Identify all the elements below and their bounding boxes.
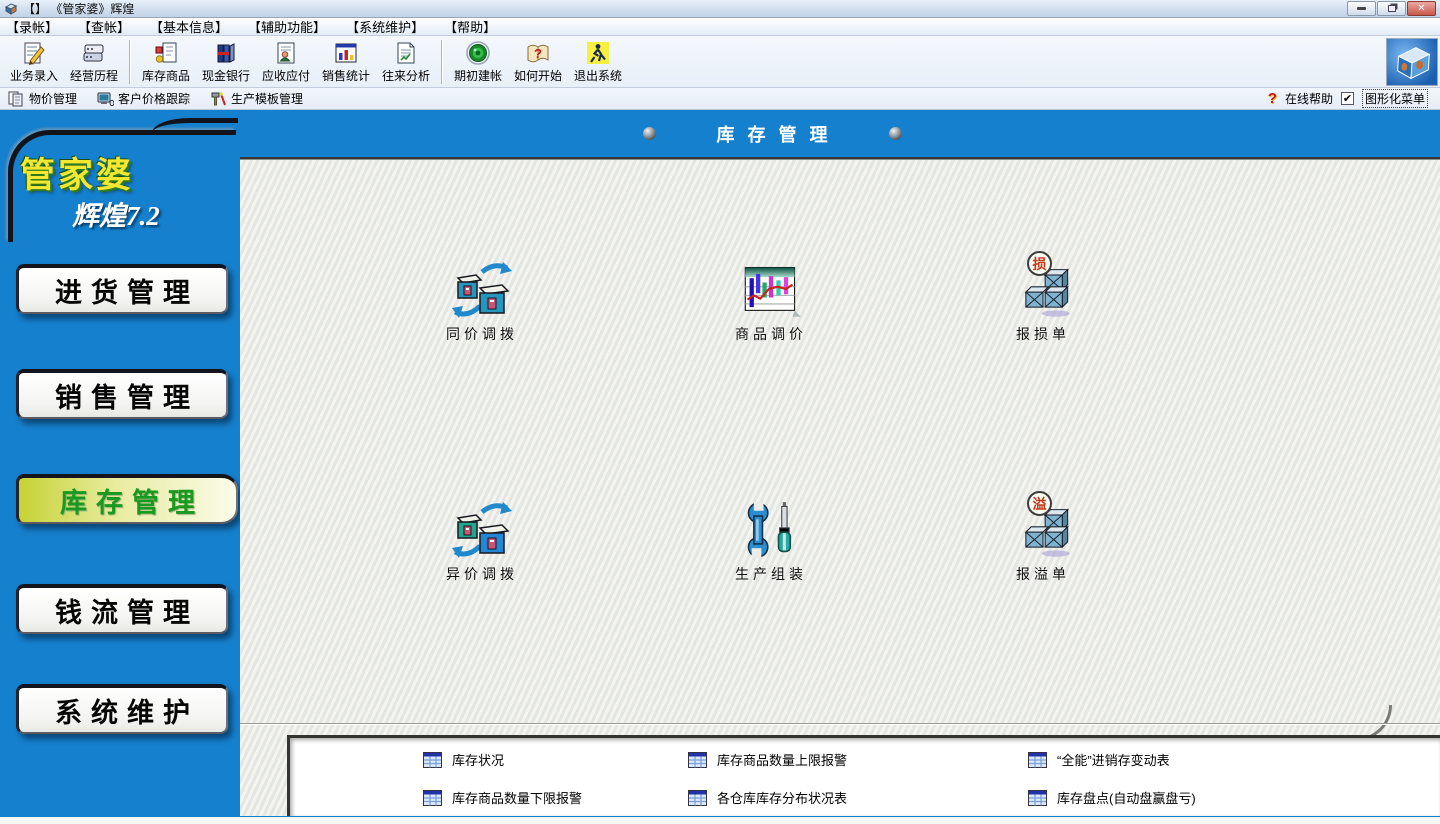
- initial-account-target-icon: [465, 40, 491, 66]
- toolbar-initial-account[interactable]: 期初建帐: [448, 38, 508, 86]
- price-docs-icon: [8, 91, 25, 107]
- note-pencil-icon: [21, 40, 47, 66]
- sphere-icon: [889, 127, 902, 140]
- online-help-icon: ?: [1268, 90, 1277, 107]
- overflow-stamp: 溢: [1027, 491, 1052, 516]
- toolbar-separator: [441, 40, 443, 84]
- table-report-icon: [688, 752, 707, 768]
- graphic-menu-label[interactable]: 图形化菜单: [1362, 89, 1428, 108]
- inventory-goods-icon: [153, 40, 179, 66]
- link-inventory-status[interactable]: 库存状况: [423, 750, 504, 769]
- toolbar-inventory-goods[interactable]: 库存商品: [136, 38, 196, 86]
- graphic-menu-checkbox[interactable]: ✔: [1341, 92, 1354, 105]
- table-report-icon: [423, 790, 442, 806]
- toolbar-exit-system[interactable]: 退出系统: [568, 38, 628, 86]
- brand-version: 辉煌7.2: [72, 203, 160, 230]
- menu-help[interactable]: 【帮助】: [444, 17, 496, 36]
- shortcut-loss-report[interactable]: 损 报损单: [968, 260, 1118, 372]
- cash-bank-icon: [213, 40, 239, 66]
- receivable-payable-icon: [273, 40, 299, 66]
- ledger-icon: [81, 40, 107, 66]
- titlebar: 【】 《管家婆》辉煌: [0, 0, 1440, 18]
- subtoolbar-price-management[interactable]: 物价管理: [8, 90, 77, 107]
- toolbar-business-history[interactable]: 经营历程: [64, 38, 124, 86]
- close-button[interactable]: [1407, 1, 1436, 16]
- shortcut-production-assembly[interactable]: 生产组装: [696, 500, 846, 612]
- main-panel: 库存管理: [240, 110, 1440, 817]
- brand-logo: 管家婆 辉煌7.2: [20, 158, 160, 230]
- sub-toolbar: 物价管理 客户价格跟踪 生产模板管理 ? 在线帮助 ✔ 图形化菜单: [0, 88, 1440, 110]
- exit-runner-icon: [585, 40, 611, 66]
- template-tools-icon: [210, 91, 227, 107]
- restore-button[interactable]: [1377, 1, 1406, 16]
- bottom-strip: [0, 817, 1440, 824]
- minimize-icon: [1357, 7, 1366, 10]
- app-window: 【】 《管家婆》辉煌 【录帐】 【查帐】 【基本信息】 【辅助功能】 【系统维护…: [0, 0, 1440, 824]
- goods-reprice-chart-icon: [741, 260, 801, 320]
- menu-record[interactable]: 【录帐】: [6, 17, 58, 36]
- production-assembly-icon: [741, 500, 801, 560]
- link-lower-limit-alert[interactable]: 库存商品数量下限报警: [423, 788, 582, 807]
- brand-cube-icon: [1387, 39, 1437, 85]
- sidebar-item-inventory[interactable]: 库存管理: [16, 474, 238, 524]
- sphere-icon: [643, 127, 656, 140]
- online-help-link[interactable]: 在线帮助: [1285, 90, 1333, 107]
- toolbar-separator: [129, 40, 131, 84]
- link-upper-limit-alert[interactable]: 库存商品数量上限报警: [688, 750, 847, 769]
- table-report-icon: [1028, 790, 1047, 806]
- link-inventory-count[interactable]: 库存盘点(自动盘赢盘亏): [1028, 788, 1196, 807]
- menu-basic-info[interactable]: 【基本信息】: [150, 17, 228, 36]
- menu-system-maintenance[interactable]: 【系统维护】: [346, 17, 424, 36]
- table-report-icon: [423, 752, 442, 768]
- shortcut-area: 同价调拨: [240, 160, 1440, 816]
- sidebar-item-purchase[interactable]: 进货管理: [16, 264, 228, 314]
- subtoolbar-customer-price-tracking[interactable]: 客户价格跟踪: [97, 90, 190, 107]
- app-body: 管家婆 辉煌7.2 进货管理 销售管理 库存管理 钱流管理 系统维护 库存管理: [0, 110, 1440, 817]
- subtoolbar-production-template[interactable]: 生产模板管理: [210, 90, 303, 107]
- toolbar-cash-bank[interactable]: 现金银行: [196, 38, 256, 86]
- sidebar-item-cashflow[interactable]: 钱流管理: [16, 584, 228, 634]
- sales-chart-icon: [333, 40, 359, 66]
- brand-name: 管家婆: [20, 158, 160, 193]
- table-report-icon: [1028, 752, 1047, 768]
- same-price-transfer-icon: [452, 260, 512, 320]
- minimize-button[interactable]: [1347, 1, 1376, 16]
- section-header: 库存管理: [240, 110, 1440, 157]
- shortcut-goods-reprice[interactable]: 商品调价: [696, 260, 846, 372]
- menu-aux-functions[interactable]: 【辅助功能】: [248, 17, 326, 36]
- restore-icon: [1388, 5, 1396, 12]
- toolbar-how-to-start[interactable]: ? 如何开始: [508, 38, 568, 86]
- footer-divider: [240, 723, 1440, 725]
- window-title: 【】 《管家婆》辉煌: [23, 0, 134, 17]
- link-warehouse-distribution[interactable]: 各仓库库存分布状况表: [688, 788, 847, 807]
- diff-price-transfer-icon: [452, 500, 512, 560]
- sidebar: 管家婆 辉煌7.2 进货管理 销售管理 库存管理 钱流管理 系统维护: [0, 110, 240, 817]
- sidebar-swoosh-decoration: [152, 118, 238, 133]
- customer-price-monitor-icon: [97, 91, 114, 107]
- toolbar-sales-stats[interactable]: 销售统计: [316, 38, 376, 86]
- analysis-doc-icon: [393, 40, 419, 66]
- report-links-panel: 库存状况 库存商品数量上限报警: [287, 735, 1440, 816]
- shortcut-overflow-report[interactable]: 溢 报溢单: [968, 500, 1118, 612]
- sidebar-item-sales[interactable]: 销售管理: [16, 369, 228, 419]
- sidebar-item-system[interactable]: 系统维护: [16, 684, 228, 734]
- check-icon: ✔: [1343, 92, 1352, 105]
- shortcut-same-price-transfer[interactable]: 同价调拨: [407, 260, 557, 372]
- loss-stamp: 损: [1027, 251, 1052, 276]
- app-logo-icon: [4, 2, 18, 15]
- menu-query[interactable]: 【查帐】: [78, 17, 130, 36]
- shortcut-diff-price-transfer[interactable]: 异价调拨: [407, 500, 557, 612]
- toolbar-contacts-analysis[interactable]: 往来分析: [376, 38, 436, 86]
- brand-cube-panel: [1386, 38, 1438, 86]
- toolbar-receivable-payable[interactable]: 应收应付: [256, 38, 316, 86]
- svg-text:?: ?: [534, 46, 542, 61]
- link-omnipotent-change-table[interactable]: “全能”进销存变动表: [1028, 750, 1170, 769]
- toolbar: 业务录入 经营历程 库存商品: [0, 36, 1440, 88]
- table-report-icon: [688, 790, 707, 806]
- page-title: 库存管理: [704, 121, 841, 147]
- howto-book-icon: ?: [525, 40, 551, 66]
- toolbar-business-entry[interactable]: 业务录入: [4, 38, 64, 86]
- menubar: 【录帐】 【查帐】 【基本信息】 【辅助功能】 【系统维护】 【帮助】: [0, 18, 1440, 36]
